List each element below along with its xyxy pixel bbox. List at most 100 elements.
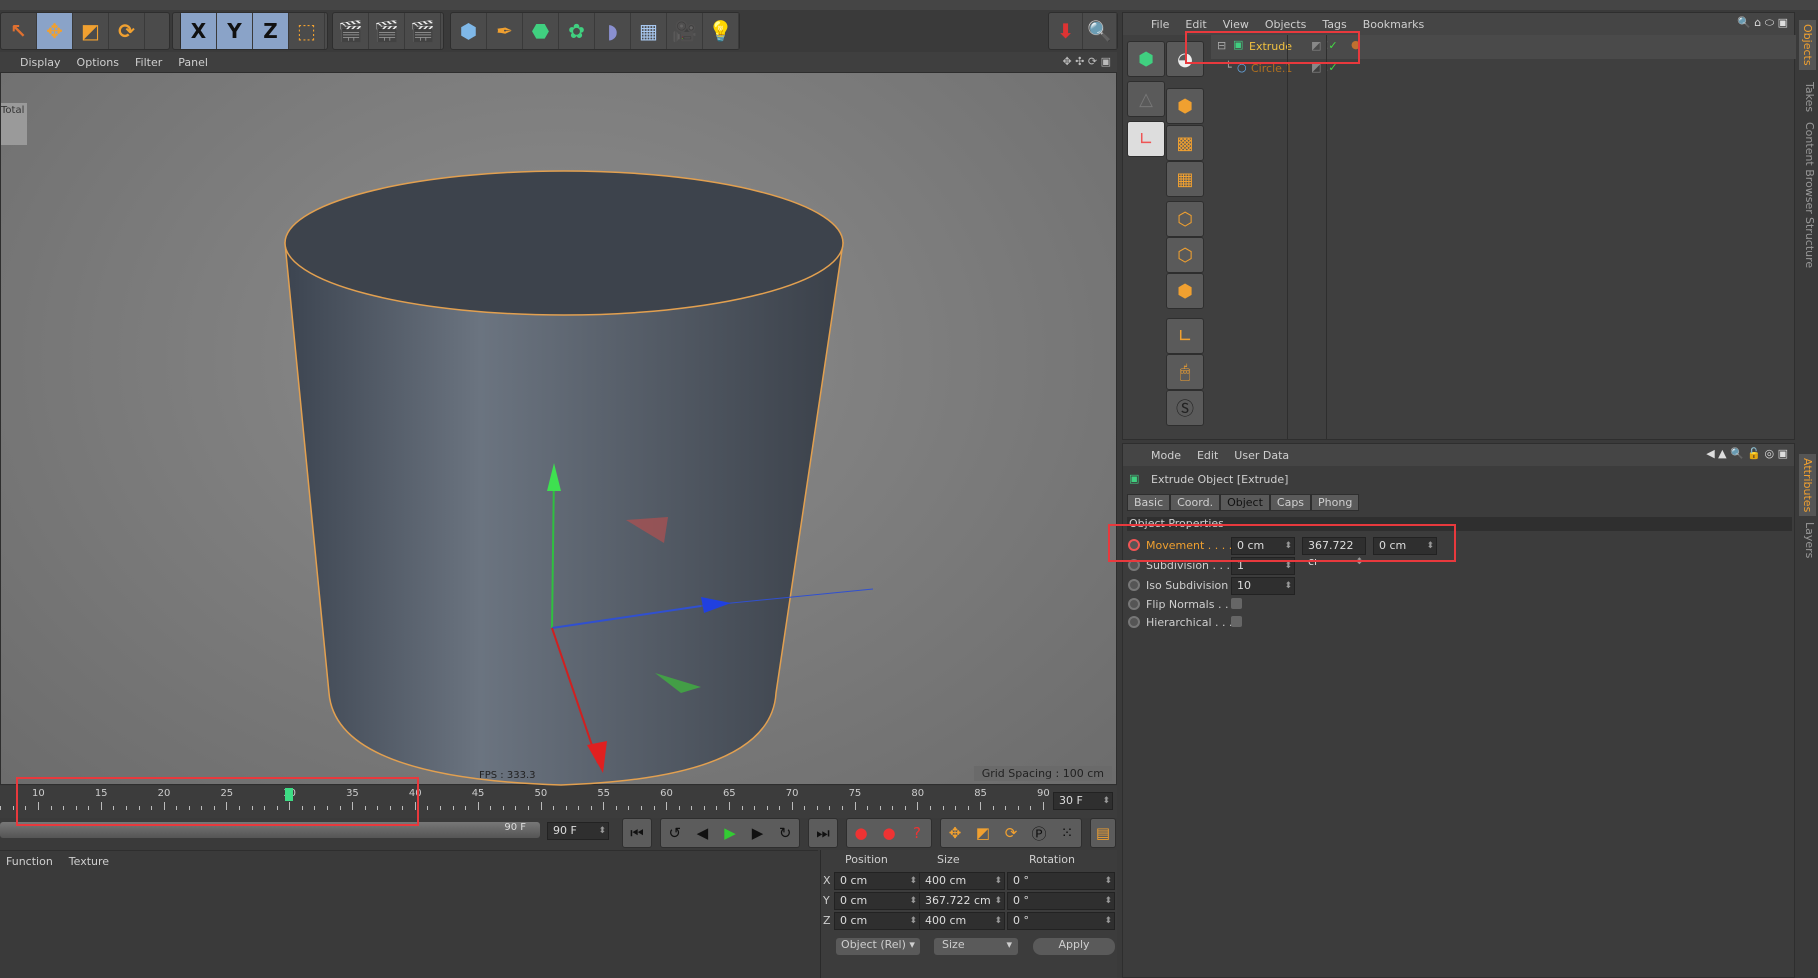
record-icon[interactable]: ● — [847, 819, 875, 847]
side-tab-layers[interactable]: Layers — [1803, 522, 1816, 558]
rotation-field[interactable]: 0 ° — [1007, 872, 1115, 890]
texture-mode-icon[interactable]: ▩ — [1166, 125, 1204, 161]
timeline-window-icon[interactable]: ▤ — [1091, 819, 1115, 847]
tool-group-transform[interactable]: ↖ ✥ ◩ ⟳ — [0, 12, 170, 50]
am-menu-mode[interactable]: Mode — [1151, 449, 1181, 462]
am-menu-edit[interactable]: Edit — [1197, 449, 1218, 462]
side-tab-attributes[interactable]: Attributes — [1799, 454, 1816, 517]
cube-icon[interactable]: ⬢ — [451, 13, 487, 49]
position-field[interactable]: 0 cm — [834, 912, 920, 930]
key-scale-icon[interactable]: ◩ — [969, 819, 997, 847]
am-nav-icons[interactable]: ◀ ▲ 🔍 🔓 ◎ ▣ — [1706, 447, 1788, 460]
key-rotation-icon[interactable]: ⟳ — [997, 819, 1025, 847]
layout-group[interactable]: ⬇ 🔍 — [1048, 12, 1118, 50]
script-icon[interactable]: ⬇ — [1049, 13, 1083, 49]
select-tool-icon[interactable]: ↖ — [1, 13, 37, 49]
axis-y-button[interactable]: Y — [217, 13, 253, 49]
autokey-icon[interactable]: ● — [875, 819, 903, 847]
pen-icon[interactable]: ✒ — [487, 13, 523, 49]
play-icon[interactable]: ▶ — [716, 819, 744, 847]
main-menu-bar[interactable] — [0, 0, 1818, 10]
viewport-menu-filter[interactable]: Filter — [135, 56, 162, 69]
tab-coord[interactable]: Coord. — [1170, 494, 1221, 511]
scale-tool-icon[interactable]: ◩ — [73, 13, 109, 49]
render-picture-viewer-icon[interactable]: 🎬 — [369, 13, 405, 49]
viewport-menu-panel[interactable]: Panel — [178, 56, 208, 69]
point-mode-icon[interactable]: ⬡ — [1166, 201, 1204, 237]
iso-subdivision-field[interactable]: 10 — [1231, 577, 1295, 595]
move-tool-icon[interactable]: ✥ — [37, 13, 73, 49]
position-field[interactable]: 0 cm — [834, 892, 920, 910]
tab-basic[interactable]: Basic — [1127, 494, 1171, 511]
om-menu-objects[interactable]: Objects — [1265, 18, 1307, 31]
tab-object[interactable]: Object — [1220, 494, 1270, 511]
next-key-icon[interactable]: ↻ — [771, 819, 799, 847]
axis-mode-icon[interactable]: ∟ — [1166, 318, 1204, 354]
size-field[interactable]: 367.722 cm — [919, 892, 1005, 910]
render-group[interactable]: 🎬 🎬 🎬 — [332, 12, 444, 50]
end-frame-field[interactable]: 90 F — [547, 822, 609, 840]
model-mode-icon[interactable]: ⬢ — [1166, 88, 1204, 124]
points-mode-icon[interactable]: ⬢ — [1127, 41, 1165, 77]
viewport-nav-icons[interactable]: ✥ ✣ ⟳ ▣ — [1062, 55, 1111, 68]
om-menu-file[interactable]: File — [1151, 18, 1169, 31]
om-search-home-icons[interactable]: 🔍 ⌂ ⬭ ▣ — [1737, 16, 1788, 30]
am-menu-user-data[interactable]: User Data — [1234, 449, 1289, 462]
axis-x-button[interactable]: X — [181, 13, 217, 49]
prev-key-icon[interactable]: ↺ — [661, 819, 689, 847]
edge-mode-icon[interactable]: ⬡ — [1166, 237, 1204, 273]
side-tab-content-browser[interactable]: Content Browser — [1803, 122, 1816, 214]
apply-button[interactable]: Apply — [1033, 938, 1115, 955]
search-icon[interactable]: 🔍 — [1083, 13, 1117, 49]
tab-caps[interactable]: Caps — [1269, 494, 1312, 511]
om-menu-tags[interactable]: Tags — [1322, 18, 1346, 31]
render-view-icon[interactable]: 🎬 — [333, 13, 369, 49]
axis-z-button[interactable]: Z — [253, 13, 289, 49]
om-menu-bookmarks[interactable]: Bookmarks — [1363, 18, 1424, 31]
coord-mode-dropdown[interactable]: Object (Rel) ▾ — [836, 938, 920, 955]
render-settings-icon[interactable]: 🎬 — [405, 13, 441, 49]
size-field[interactable]: 400 cm — [919, 872, 1005, 890]
size-field[interactable]: 400 cm — [919, 912, 1005, 930]
viewport-menu-options[interactable]: Options — [77, 56, 119, 69]
key-position-icon[interactable]: ✥ — [941, 819, 969, 847]
side-tab-objects[interactable]: Objects — [1799, 20, 1816, 70]
deformer-icon[interactable]: ◗ — [595, 13, 631, 49]
rotation-field[interactable]: 0 ° — [1007, 892, 1115, 910]
workplane-mode-icon[interactable]: ▦ — [1166, 161, 1204, 197]
coordinate-system-icon[interactable]: ⬚ — [289, 13, 325, 49]
flip-anim-dot[interactable] — [1128, 598, 1140, 610]
om-menu-edit[interactable]: Edit — [1185, 18, 1206, 31]
position-field[interactable]: 0 cm — [834, 872, 920, 890]
side-tab-takes[interactable]: Takes — [1803, 82, 1816, 112]
edges-mode-icon[interactable]: △ — [1127, 81, 1165, 117]
array-icon[interactable]: ✿ — [559, 13, 595, 49]
tab-phong[interactable]: Phong — [1311, 494, 1360, 511]
flip-normals-checkbox[interactable] — [1231, 598, 1242, 609]
rotation-field[interactable]: 0 ° — [1007, 912, 1115, 930]
floor-icon[interactable]: ▦ — [631, 13, 667, 49]
menu-texture[interactable]: Texture — [69, 855, 109, 868]
rotate-tool-icon[interactable]: ⟳ — [109, 13, 145, 49]
hier-anim-dot[interactable] — [1128, 616, 1140, 628]
light-icon[interactable]: 💡 — [703, 13, 739, 49]
iso-anim-dot[interactable] — [1128, 579, 1140, 591]
axis-lock-group[interactable]: X Y Z ⬚ — [180, 12, 328, 50]
camera-icon[interactable]: 🎥 — [667, 13, 703, 49]
om-menu-view[interactable]: View — [1223, 18, 1249, 31]
side-tab-structure[interactable]: Structure — [1803, 217, 1816, 268]
next-frame-icon[interactable]: ▶ — [744, 819, 772, 847]
snap-icon[interactable]: Ⓢ — [1166, 390, 1204, 426]
current-frame-field[interactable]: 30 F — [1053, 792, 1113, 810]
object-creation-group[interactable]: ⬢ ✒ ⬣ ✿ ◗ ▦ 🎥 💡 — [450, 12, 740, 50]
polygon-mode-icon[interactable]: ⬢ — [1166, 273, 1204, 309]
goto-start-icon[interactable]: ⏮ — [623, 819, 651, 847]
viewport-menu-display[interactable]: Display — [20, 56, 61, 69]
menu-function[interactable]: Function — [6, 855, 53, 868]
hierarchical-checkbox[interactable] — [1231, 616, 1242, 627]
viewport[interactable]: Total FPS : 333.3 Grid Spacing : 100 cm — [0, 72, 1117, 786]
tweak-icon[interactable]: 🖱 — [1166, 354, 1204, 390]
goto-end-icon[interactable]: ⏭ — [809, 819, 837, 847]
prev-frame-icon[interactable]: ◀ — [689, 819, 717, 847]
size-mode-dropdown[interactable]: Size ▾ — [934, 938, 1018, 955]
